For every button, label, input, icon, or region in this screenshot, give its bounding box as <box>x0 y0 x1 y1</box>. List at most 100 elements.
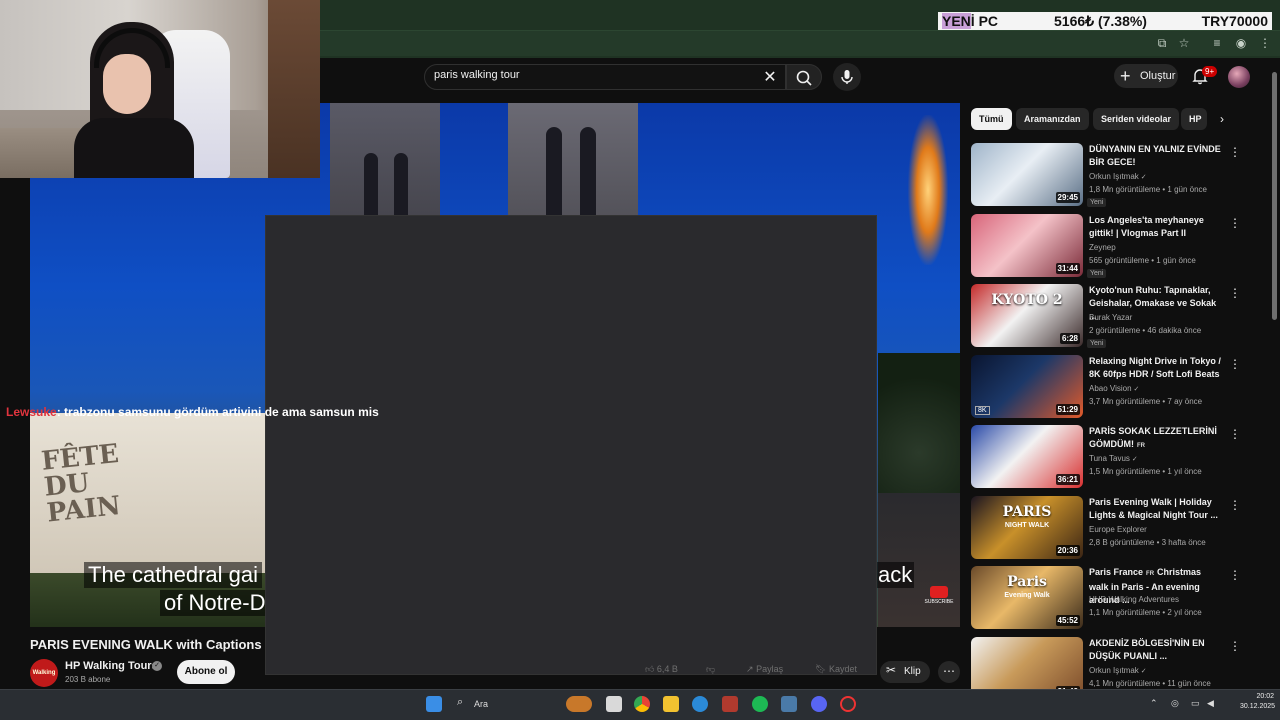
chip-hp[interactable]: HP <box>1181 108 1207 130</box>
more-options-icon[interactable]: ⋮ <box>1229 498 1241 512</box>
recommendation-item[interactable]: 29:45 DÜNYANIN EN YALNIZ EVİNDE BİR GECE!… <box>971 143 1251 207</box>
recommendation-title[interactable]: AKDENİZ BÖLGESİ'NİN EN DÜŞÜK PUANLI ... <box>1089 637 1223 663</box>
recommendation-channel[interactable]: Europe Explorer <box>1089 525 1147 534</box>
recommendation-title[interactable]: DÜNYANIN EN YALNIZ EVİNDE BİR GECE! <box>1089 143 1223 169</box>
recommendation-channel-name: Burak Yazar <box>1089 313 1133 322</box>
clear-search-icon[interactable]: ✕ <box>762 67 778 86</box>
more-options-icon[interactable]: ⋮ <box>1229 639 1241 653</box>
microphone-tray-icon[interactable]: ◎ <box>1171 698 1179 709</box>
recommendation-meta: 1,1 Mn görüntüleme • 2 yıl önce <box>1089 608 1202 617</box>
burger-widget-icon[interactable] <box>566 696 592 712</box>
recommendation-item[interactable]: KYOTO 2 6:28 Kyoto'nun Ruhu: Tapınaklar, G… <box>971 284 1251 348</box>
dislike-button[interactable]: 👎︎ <box>706 664 715 680</box>
discord-icon[interactable] <box>811 696 827 712</box>
recommendation-channel[interactable]: Abao Vision ✓ <box>1089 384 1139 393</box>
obs-icon[interactable] <box>840 696 856 712</box>
thumbnail-text: Paris <box>1007 574 1047 590</box>
webcam-person-body <box>74 118 194 178</box>
title-flag-suffix: FR <box>1146 571 1155 577</box>
recommendation-title[interactable]: Paris Evening Walk | Holiday Lights & Ma… <box>1089 496 1223 522</box>
more-actions-button[interactable]: ⋯ <box>938 661 960 683</box>
media-controls-icon[interactable]: ≡ <box>1209 35 1225 51</box>
share-label: Paylaş <box>756 664 784 674</box>
volume-tray-icon[interactable]: ◀︎ <box>1207 698 1214 709</box>
recommendation-title[interactable]: Los Angeles'ta meyhaneye gittik! | Vlogm… <box>1089 214 1223 240</box>
scrollbar-thumb[interactable] <box>1272 72 1277 320</box>
edge-icon[interactable] <box>692 696 708 712</box>
chrome-icon[interactable] <box>634 696 650 712</box>
recommendation-channel[interactable]: UHD Walking Adventures <box>1089 595 1179 604</box>
recommendation-thumbnail[interactable]: Paris Evening Walk 45:52 <box>971 566 1083 629</box>
recommendation-item[interactable]: Paris Evening Walk 45:52 Paris France FR Chri… <box>971 566 1251 630</box>
recommendation-title-text: Paris France <box>1089 567 1144 577</box>
browser-menu-icon[interactable]: ⋮ <box>1257 35 1273 51</box>
search-query-text[interactable]: paris walking tour <box>434 69 520 81</box>
recommendation-channel-name: Zeynep <box>1089 242 1116 252</box>
ticker-value: 5166₺ (7.38%) <box>1054 13 1147 29</box>
app-icon-blue[interactable] <box>781 696 797 712</box>
task-view-icon[interactable] <box>606 696 622 712</box>
ticker-target: TRY70000 <box>1201 13 1268 29</box>
more-options-icon[interactable]: ⋮ <box>1229 357 1241 371</box>
video-duration: 29:45 <box>1055 192 1080 203</box>
more-options-icon[interactable]: ⋮ <box>1229 427 1241 441</box>
thumbnail-subtext: NIGHT WALK <box>1004 521 1050 529</box>
recommendation-title[interactable]: PARİS SOKAK LEZZETLERİNİ GÖMDÜM! FR <box>1089 425 1223 453</box>
start-menu-icon[interactable] <box>426 696 442 712</box>
recommendation-thumbnail[interactable]: KYOTO 2 6:28 <box>971 284 1083 347</box>
tray-chevron-up-icon[interactable]: ⌃ <box>1150 698 1158 709</box>
taskbar-clock[interactable]: 20:02 30.12.2025 <box>1240 692 1275 712</box>
recommendation-channel-name: Europe Explorer <box>1089 524 1147 534</box>
recommendation-item[interactable]: 8K 51:29 Relaxing Night Drive in Tokyo / 8… <box>971 354 1251 419</box>
more-options-icon[interactable]: ⋮ <box>1229 145 1241 159</box>
app-icon-red[interactable] <box>722 696 738 712</box>
recommendation-meta: 2,8 B görüntüleme • 3 hafta önce <box>1089 537 1206 547</box>
recommendation-item[interactable]: PARIS NIGHT WALK 20:36 Paris Evening Walk |… <box>971 495 1251 560</box>
recommendation-item[interactable]: 31:44 Los Angeles'ta meyhaneye gittik! | … <box>971 213 1251 278</box>
subscribe-button[interactable]: Abone ol <box>177 660 235 684</box>
recommendation-channel[interactable]: Zeynep <box>1089 243 1116 252</box>
chip-from-search[interactable]: Aramanızdan <box>1016 108 1089 130</box>
recommendation-thumbnail[interactable]: 31:44 <box>971 213 1083 277</box>
stream-ticker-overlay: YENİ PC 5166₺ (7.38%) TRY70000 <box>938 12 1272 30</box>
recommendation-item[interactable]: 36:21 PARİS SOKAK LEZZETLERİNİ GÖMDÜM! FR T… <box>971 425 1251 489</box>
share-button[interactable]: ↗ Paylaş <box>746 664 783 680</box>
recommendation-thumbnail[interactable]: 29:45 <box>971 143 1083 206</box>
voice-search-button[interactable] <box>833 63 861 91</box>
tent-sign-text: FÊTE DU PAIN <box>40 438 122 529</box>
search-button[interactable] <box>786 64 822 90</box>
recommendation-thumbnail[interactable]: 8K 51:29 <box>971 354 1083 418</box>
install-app-icon[interactable]: ⧉ <box>1154 35 1170 51</box>
video-duration: 36:21 <box>1055 474 1080 485</box>
recommendation-channel[interactable]: Orkun Işıtmak ✓ <box>1089 172 1147 181</box>
recommendation-thumbnail[interactable]: 36:21 <box>971 425 1083 488</box>
chip-all[interactable]: Tümü <box>971 108 1012 130</box>
clock-time: 20:02 <box>1256 693 1274 700</box>
taskbar-search[interactable]: Ara <box>450 694 560 714</box>
save-button[interactable]: 🔖︎ Kaydet <box>815 664 857 680</box>
profile-icon[interactable]: ◉ <box>1233 35 1249 51</box>
like-button[interactable]: 👍︎ 6,4 B <box>645 664 678 680</box>
chevron-right-icon[interactable]: › <box>1213 110 1231 128</box>
more-options-icon[interactable]: ⋮ <box>1229 286 1241 300</box>
recommendation-channel-name: Tuna Tavus <box>1089 454 1130 463</box>
more-options-icon[interactable]: ⋮ <box>1229 216 1241 230</box>
recommendation-title[interactable]: Relaxing Night Drive in Tokyo / 8K 60fps… <box>1089 355 1223 381</box>
video-duration: 51:29 <box>1055 403 1080 415</box>
recommendation-channel[interactable]: Burak Yazar <box>1089 313 1132 322</box>
account-avatar[interactable] <box>1228 66 1250 88</box>
recommendation-channel[interactable]: Tuna Tavus ✓ <box>1089 454 1138 463</box>
network-tray-icon[interactable]: ▭ <box>1191 698 1200 709</box>
chip-series[interactable]: Seriden videolar <box>1093 108 1180 130</box>
spotify-icon[interactable] <box>752 696 768 712</box>
channel-avatar[interactable]: Walking tours <box>30 659 58 704</box>
file-explorer-icon[interactable] <box>663 696 679 712</box>
more-options-icon[interactable]: ⋮ <box>1229 568 1241 582</box>
channel-name[interactable]: HP Walking Tours <box>65 660 158 672</box>
recommendation-channel[interactable]: Orkun Işıtmak ✓ <box>1089 666 1147 675</box>
bookmark-star-icon[interactable]: ☆ <box>1176 35 1192 51</box>
recommendation-thumbnail[interactable]: PARIS NIGHT WALK 20:36 <box>971 495 1083 559</box>
subscriber-count: 203 B abone <box>65 675 111 684</box>
verified-check-icon: ✓ <box>1129 456 1138 463</box>
video-caption-line1: The cathedral gai <box>84 562 262 588</box>
